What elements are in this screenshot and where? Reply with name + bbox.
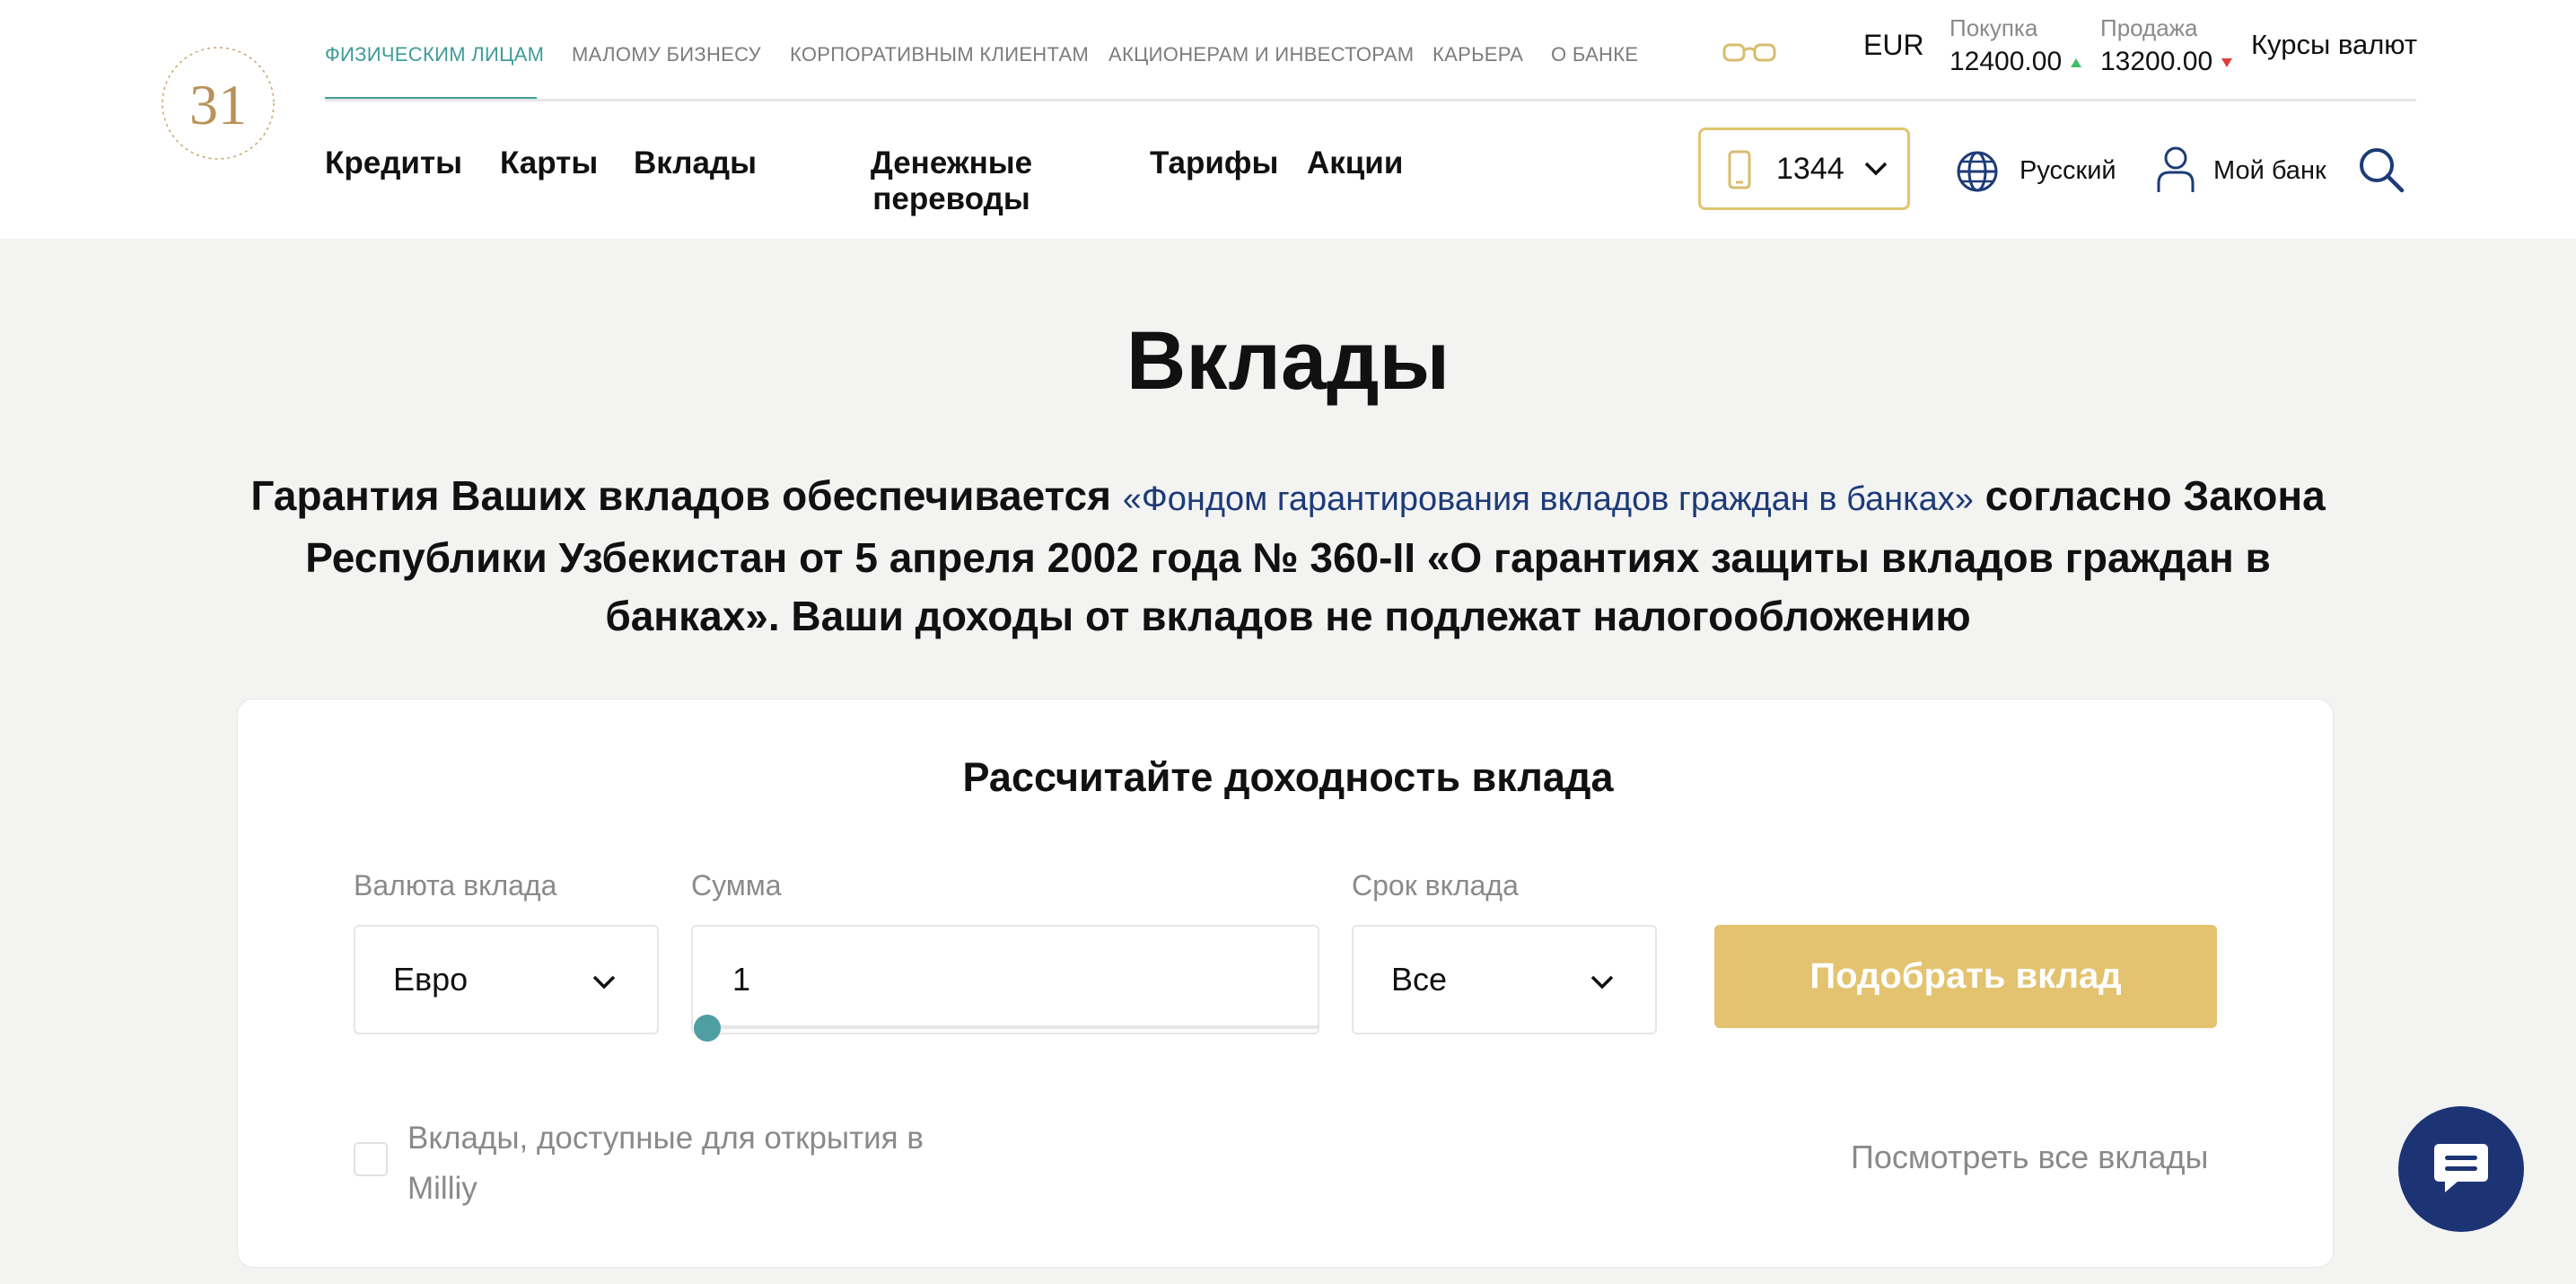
rate-down-icon — [2221, 58, 2233, 68]
amount-slider-handle[interactable] — [694, 1015, 721, 1042]
currency-code[interactable]: EUR — [1863, 29, 1924, 62]
my-bank-link[interactable]: Мой банк — [2213, 156, 2326, 186]
topnav-corporate[interactable]: КОРПОРАТИВНЫМ КЛИЕНТАМ — [790, 43, 1089, 66]
topnav-career[interactable]: КАРЬЕРА — [1433, 43, 1523, 66]
phone-dropdown[interactable]: 1344 — [1698, 128, 1910, 210]
guarantee-text: Гарантия Ваших вкладов обеспечивается «Ф… — [242, 467, 2334, 646]
currency-field-label: Валюта вклада — [354, 869, 557, 901]
topnav-small-business[interactable]: МАЛОМУ БИЗНЕСУ — [572, 43, 761, 66]
logo-number: 31 — [189, 73, 247, 136]
amount-input[interactable]: 1 — [691, 925, 1319, 1034]
buy-label: Покупка — [1950, 14, 2038, 41]
mainnav-credits[interactable]: Кредиты — [325, 145, 462, 181]
glasses-icon[interactable] — [1722, 40, 1777, 66]
user-icon[interactable] — [2156, 145, 2195, 194]
mainnav-tariffs[interactable]: Тарифы — [1150, 145, 1278, 181]
page-title: Вклады — [1126, 315, 1450, 407]
buy-value: 12400.00 — [1950, 47, 2082, 77]
chat-bubble-icon — [2434, 1144, 2488, 1192]
sell-label: Продажа — [2100, 14, 2198, 41]
topnav-about[interactable]: О БАНКЕ — [1551, 43, 1638, 66]
phone-icon — [1728, 150, 1751, 189]
chevron-down-icon — [1864, 162, 1888, 176]
bank-logo[interactable]: 31 — [151, 36, 285, 171]
guarantee-text-start: Гарантия Ваших вкладов обеспечивается — [250, 472, 1123, 519]
phone-number: 1344 — [1776, 152, 1844, 186]
view-all-deposits-link[interactable]: Посмотреть все вклады — [1851, 1139, 2208, 1176]
term-select-value: Все — [1391, 961, 1448, 998]
milliy-checkbox[interactable] — [354, 1142, 388, 1176]
mainnav-transfers[interactable]: Денежные переводы — [835, 145, 1068, 217]
chat-button[interactable] — [2398, 1106, 2524, 1232]
amount-slider-track[interactable] — [707, 1025, 1318, 1029]
amount-field-label: Сумма — [691, 869, 782, 901]
amount-input-value: 1 — [732, 961, 751, 998]
milliy-checkbox-label[interactable]: Вклады, доступные для открытия в Milliy — [407, 1113, 1000, 1214]
chevron-down-icon — [1590, 975, 1614, 989]
currency-select[interactable]: Евро — [354, 925, 659, 1034]
calculator-title: Рассчитайте доходность вклада — [962, 754, 1614, 800]
topnav-investors[interactable]: АКЦИОНЕРАМ И ИНВЕСТОРАМ — [1108, 43, 1414, 66]
header-divider — [325, 99, 2416, 101]
currency-select-value: Евро — [393, 961, 469, 998]
guarantee-fund-link[interactable]: «Фондом гарантирования вкладов граждан в… — [1123, 480, 1974, 518]
rate-up-icon — [2071, 58, 2082, 68]
globe-icon[interactable] — [1955, 149, 2000, 194]
term-select[interactable]: Все — [1352, 925, 1657, 1034]
topnav-individuals[interactable]: ФИЗИЧЕСКИМ ЛИЦАМ — [325, 43, 544, 66]
term-field-label: Срок вклада — [1352, 869, 1519, 901]
mainnav-deposits[interactable]: Вклады — [634, 145, 757, 181]
exchange-rates-link[interactable]: Курсы валют — [2251, 29, 2417, 61]
mainnav-promotions[interactable]: Акции — [1307, 145, 1403, 181]
chevron-down-icon — [592, 975, 616, 989]
search-icon[interactable] — [2357, 145, 2405, 194]
mainnav-cards[interactable]: Карты — [500, 145, 598, 181]
language-selector[interactable]: Русский — [2020, 156, 2116, 186]
pick-deposit-button[interactable]: Подобрать вклад — [1714, 925, 2217, 1028]
sell-value: 13200.00 — [2100, 47, 2233, 77]
